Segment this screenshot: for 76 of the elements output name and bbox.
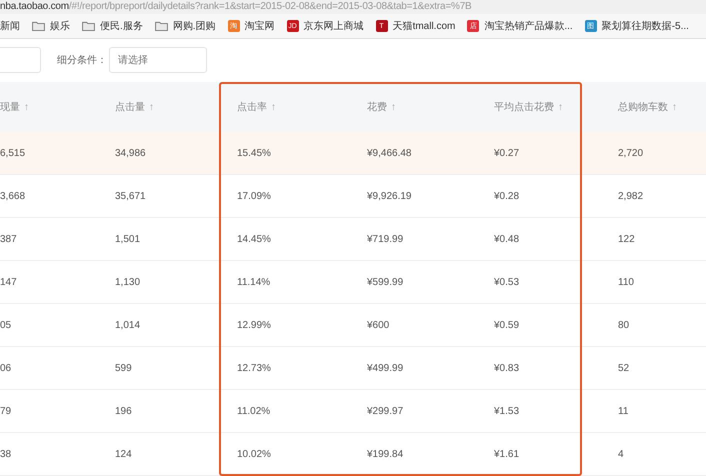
table-cell: ¥9,466.48 xyxy=(367,148,412,158)
table-cell: 6,515 xyxy=(0,148,26,158)
sort-icon[interactable]: ↑ xyxy=(271,102,276,112)
folder-icon xyxy=(154,21,168,31)
table-cell: 3,668 xyxy=(0,190,26,202)
sort-icon[interactable]: ↑ xyxy=(672,102,677,112)
column-header[interactable]: 平均点击花费 xyxy=(494,100,554,114)
table-cell: 35,671 xyxy=(115,190,146,202)
table-cell: 1,501 xyxy=(115,234,140,244)
table-cell: 06 xyxy=(0,362,12,374)
bookmark-folder[interactable]: 娱乐 xyxy=(50,19,70,33)
table-cell: 122 xyxy=(618,234,635,244)
table-cell: ¥719.99 xyxy=(367,234,404,244)
table-cell: 387 xyxy=(0,234,17,244)
table-cell: ¥299.97 xyxy=(367,406,404,416)
table-cell: 1,130 xyxy=(115,276,140,288)
bookmark-folder[interactable]: 便民.服务 xyxy=(100,19,143,33)
bookmark-item[interactable]: 淘宝热销产品爆款... xyxy=(484,19,573,33)
input-field[interactable] xyxy=(0,47,41,73)
bookmark-item[interactable]: 新闻 xyxy=(0,19,20,33)
table-cell: 79 xyxy=(0,406,12,416)
table-cell: ¥0.28 xyxy=(494,190,520,202)
folder-icon xyxy=(32,21,45,31)
table-cell: ¥1.61 xyxy=(494,448,520,460)
table-cell: 599 xyxy=(115,362,132,374)
table-cell: 52 xyxy=(618,362,630,374)
table-cell: ¥0.53 xyxy=(494,276,520,288)
table-cell: ¥600 xyxy=(367,320,390,330)
table-cell: 17.09% xyxy=(237,190,271,202)
table-cell: 11 xyxy=(618,406,628,416)
table-cell: 110 xyxy=(618,276,634,288)
table-cell: 38 xyxy=(0,448,12,460)
table-cell: 05 xyxy=(0,320,12,330)
sort-icon[interactable]: ↑ xyxy=(391,102,396,112)
table-cell: 4 xyxy=(618,448,624,460)
filter-label: 细分条件： xyxy=(57,54,107,67)
column-header[interactable]: 点击率 xyxy=(237,100,267,114)
bookmark-item[interactable]: 聚划算往期数据-5... xyxy=(602,19,689,33)
table-cell: 34,986 xyxy=(115,148,146,158)
folder-icon xyxy=(82,21,95,31)
table-cell: 196 xyxy=(115,406,132,416)
table-cell: ¥599.99 xyxy=(367,276,404,288)
table-cell: 147 xyxy=(0,276,17,288)
table-cell: ¥9,926.19 xyxy=(367,190,412,202)
table-cell: 11.14% xyxy=(237,276,270,288)
sort-icon[interactable]: ↑ xyxy=(24,102,29,112)
select-field[interactable]: 请选择 xyxy=(109,47,207,73)
column-header[interactable]: 总购物车数 xyxy=(618,100,668,114)
table-cell: 2,720 xyxy=(618,148,644,158)
table-cell: ¥0.48 xyxy=(494,234,520,244)
column-header[interactable]: 现量 xyxy=(0,100,20,114)
table-cell: 15.45% xyxy=(237,148,271,158)
table-cell: ¥0.27 xyxy=(494,148,520,158)
table-cell: 14.45% xyxy=(237,234,271,244)
table-cell: 2,982 xyxy=(618,190,644,202)
column-header[interactable]: 花费 xyxy=(367,100,387,114)
sort-icon[interactable]: ↑ xyxy=(558,102,563,112)
table-cell: ¥0.83 xyxy=(494,362,520,374)
table-cell: 1,014 xyxy=(115,320,140,330)
table-cell: 12.99% xyxy=(237,320,271,330)
table-cell: ¥199.84 xyxy=(367,448,404,460)
bookmark-item[interactable]: 京东网上商城 xyxy=(304,19,364,33)
column-header[interactable]: 点击量 xyxy=(115,100,145,114)
table-cell: 10.02% xyxy=(237,448,271,460)
bookmark-item[interactable]: 天猫tmall.com xyxy=(392,19,456,33)
table-cell: ¥0.59 xyxy=(494,320,520,330)
table-cell: 80 xyxy=(618,320,630,330)
row-highlight[interactable] xyxy=(0,132,706,175)
table-cell: 124 xyxy=(115,448,132,460)
sort-icon[interactable]: ↑ xyxy=(149,102,154,112)
bookmark-folder[interactable]: 网购.团购 xyxy=(172,19,216,33)
table-cell: 11.02% xyxy=(237,406,270,416)
table-cell: ¥499.99 xyxy=(367,362,404,374)
table-cell: 12.73% xyxy=(237,362,271,374)
table-cell: ¥1.53 xyxy=(494,406,520,416)
bookmark-item[interactable]: 淘宝网 xyxy=(244,19,275,33)
